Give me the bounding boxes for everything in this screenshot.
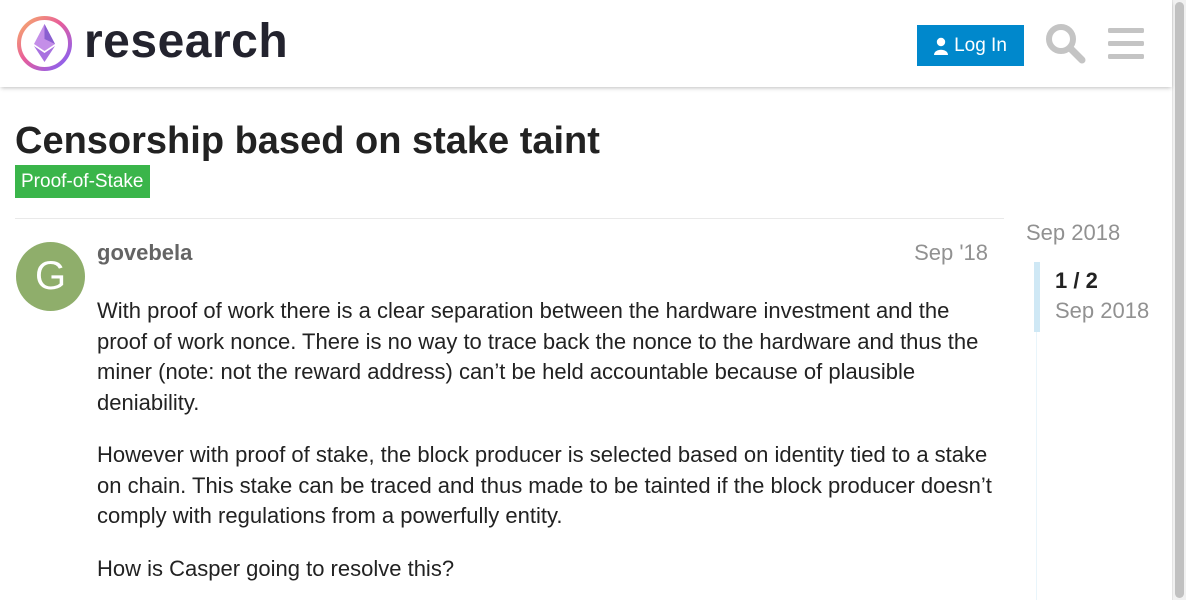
timeline-current-date: Sep 2018 <box>1055 298 1150 323</box>
category-badge[interactable]: Proof-of-Stake <box>15 165 150 198</box>
avatar[interactable]: G <box>16 242 85 311</box>
scrollbar-thumb[interactable] <box>1175 2 1184 598</box>
ethresearch-logo-icon[interactable] <box>16 15 73 72</box>
page-scrollbar[interactable] <box>1172 0 1186 600</box>
site-header: research Log In <box>0 0 1172 87</box>
login-label: Log In <box>954 34 1007 56</box>
post-paragraph: However with proof of stake, the block p… <box>97 442 992 528</box>
timeline-position: 1 / 2 <box>1055 268 1098 293</box>
post-body: With proof of work there is a clear sepa… <box>97 296 997 600</box>
search-icon[interactable] <box>1044 22 1086 64</box>
brand-wordmark[interactable]: research <box>84 14 288 70</box>
hamburger-menu-icon[interactable] <box>1106 24 1146 64</box>
topic-title[interactable]: Censorship based on stake taint <box>15 118 600 164</box>
user-icon <box>934 37 949 55</box>
post-username[interactable]: govebela <box>97 240 192 266</box>
post-paragraph: With proof of work there is a clear sepa… <box>97 298 979 415</box>
timeline-scroll-handle[interactable] <box>1034 262 1040 332</box>
post-paragraph: How is Casper going to resolve this? <box>97 555 455 581</box>
login-button[interactable]: Log In <box>917 25 1024 66</box>
title-divider <box>15 218 1004 219</box>
post-date[interactable]: Sep '18 <box>880 240 988 266</box>
timeline-start-date[interactable]: Sep 2018 <box>1026 220 1120 246</box>
